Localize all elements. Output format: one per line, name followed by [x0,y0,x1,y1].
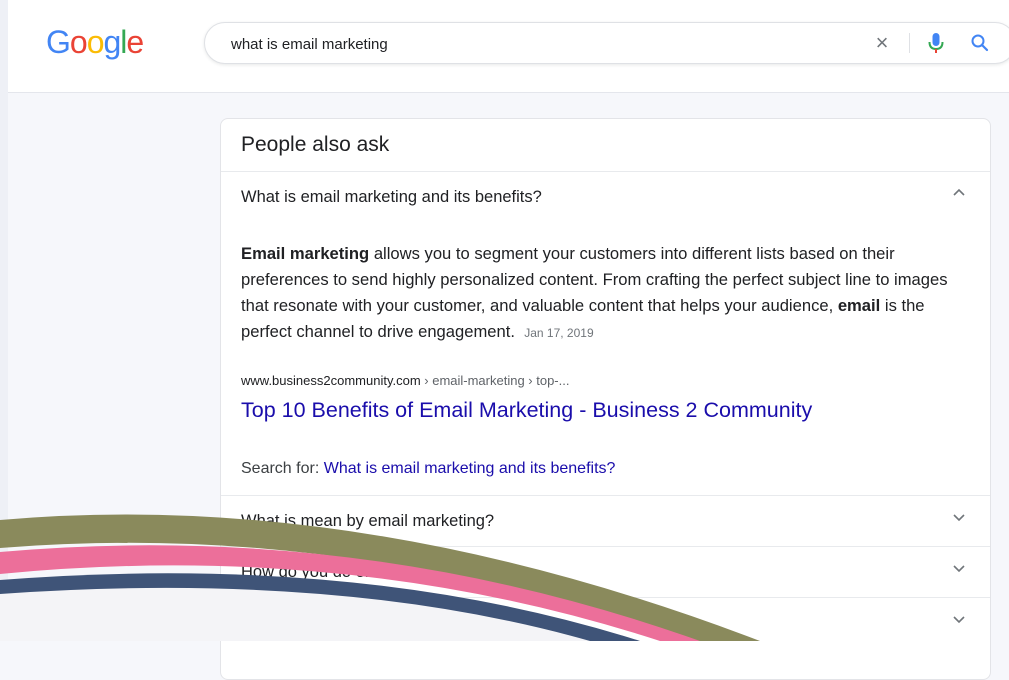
search-for-link[interactable]: What is email marketing and its benefits… [324,460,616,477]
microphone-icon[interactable] [925,31,947,55]
divider [909,33,910,53]
source-url[interactable]: www.business2community.com › email-marke… [241,373,569,388]
answer-bold: Email marketing [241,244,370,263]
logo-letter: G [46,24,71,60]
chevron-down-icon [950,561,968,579]
search-box: × [204,22,1009,64]
logo-letter: o [69,24,88,60]
question-text: What are the types of email marketing? [241,614,529,632]
question-row[interactable]: How do you do email marketing? [221,547,990,597]
panel-title: People also ask [241,133,390,156]
answer-date: Jan 17, 2019 [524,326,594,340]
answer-bold: email [837,296,881,315]
left-edge [0,0,8,641]
answer-snippet: Email marketing allows you to segment yo… [241,241,971,346]
search-input[interactable] [229,32,853,56]
search-for-line: Search for: What is email marketing and … [241,460,615,478]
logo-letter: o [86,24,105,60]
people-also-ask-panel: People also ask What is email marketing … [220,118,991,680]
header-bar: Google × [8,0,1009,93]
question-text: What is email marketing and its benefits… [241,188,542,206]
search-icon[interactable] [969,32,991,54]
question-text: What is mean by email marketing? [241,512,495,530]
chevron-up-icon [950,186,968,204]
search-for-label: Search for: [241,460,320,477]
chevron-down-icon [950,510,968,528]
chevron-down-icon [950,612,968,630]
logo-letter: g [103,24,121,60]
logo-letter: e [126,24,144,60]
question-row-expanded[interactable]: What is email marketing and its benefits… [221,172,990,222]
question-row[interactable]: What is mean by email marketing? [221,496,990,546]
source-domain: www.business2community.com [241,373,421,388]
question-text: How do you do email marketing? [241,563,482,581]
close-icon[interactable]: × [869,30,895,56]
result-title-link[interactable]: Top 10 Benefits of Email Marketing - Bus… [241,398,812,423]
google-logo[interactable]: Google [46,24,144,61]
source-path: › email-marketing › top-... [420,373,570,388]
